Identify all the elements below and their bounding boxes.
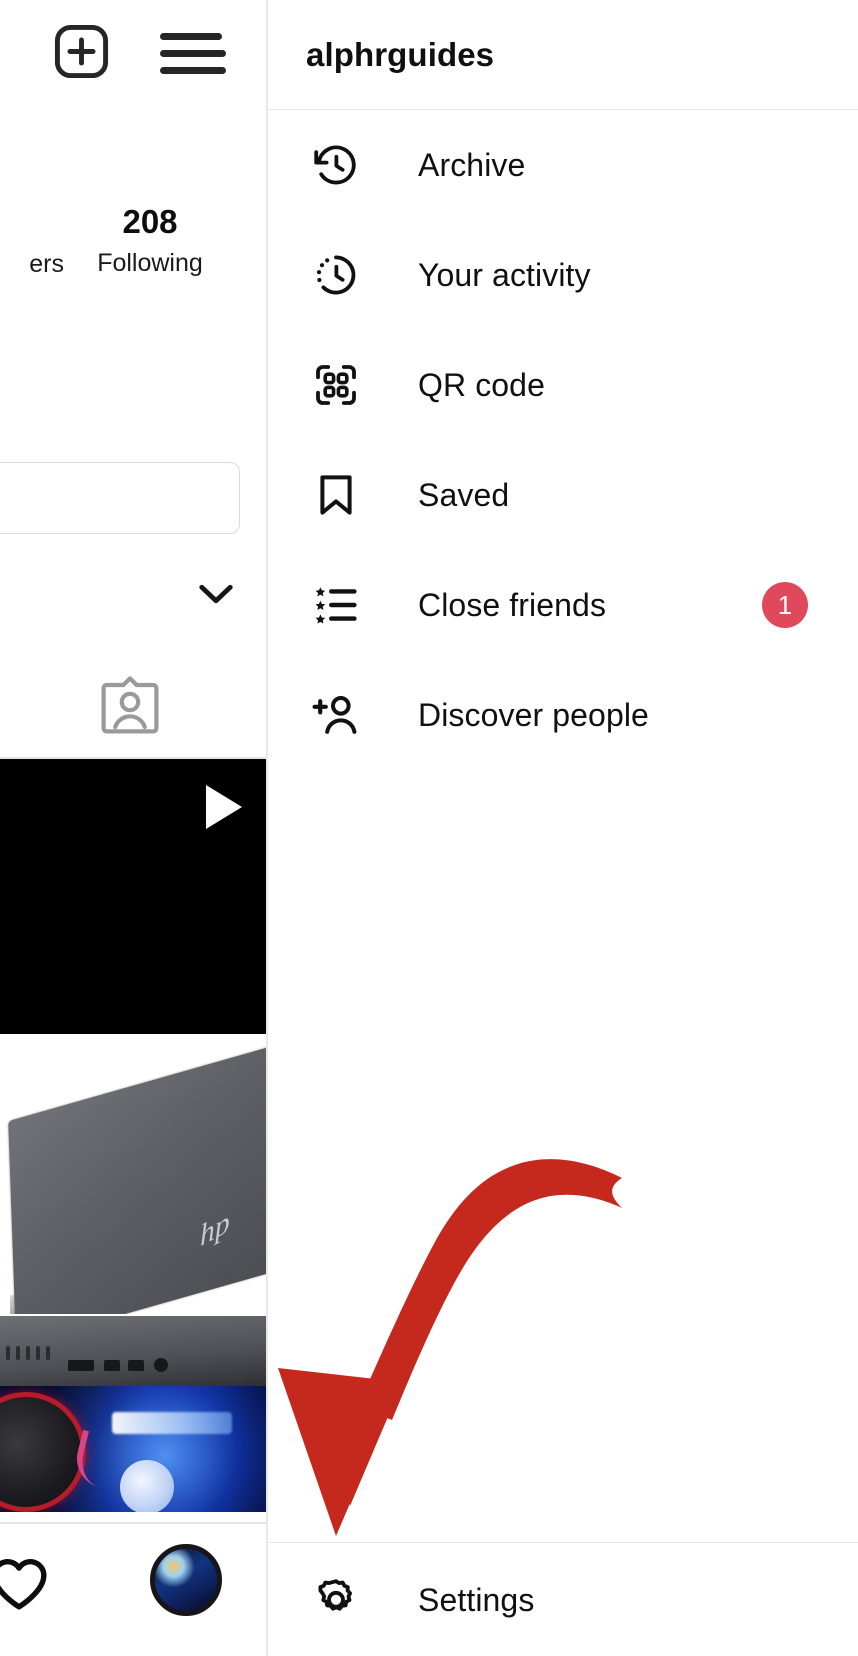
settings-label: Settings: [418, 1581, 535, 1618]
usbc-port: [128, 1360, 144, 1371]
usbc-port: [104, 1360, 120, 1371]
hdmi-port: [68, 1360, 94, 1371]
side-menu-drawer: alphrguides Archive Your activity QR cod…: [266, 0, 858, 1656]
pc-led-strip: [112, 1412, 232, 1434]
star-list-icon: [306, 575, 366, 635]
heart-icon: [0, 1559, 47, 1610]
edit-profile-button[interactable]: [0, 462, 240, 534]
following-label: Following: [97, 248, 203, 277]
menu-item-qr-code[interactable]: QR code: [268, 330, 858, 440]
drawer-footer: Settings: [268, 1542, 858, 1656]
menu-item-label: Saved: [418, 476, 510, 513]
activity-clock-icon: [306, 245, 366, 305]
menu-item-label: Discover people: [418, 696, 649, 733]
archive-clock-icon: [306, 135, 366, 195]
menu-item-archive[interactable]: Archive: [268, 110, 858, 220]
qr-code-icon: [306, 355, 366, 415]
vent: [46, 1346, 50, 1360]
followers-stat-label[interactable]: ers: [0, 250, 64, 279]
menu-item-label: Close friends: [418, 586, 607, 623]
menu-item-saved[interactable]: Saved: [268, 440, 858, 550]
laptop-ports-photo-thumbnail[interactable]: [0, 1316, 266, 1386]
play-icon: [206, 785, 242, 829]
hp-logo: hp: [199, 1204, 231, 1254]
profile-tab-avatar[interactable]: [150, 1544, 222, 1616]
hamburger-line-2: [160, 50, 226, 57]
menu-item-label: Your activity: [418, 256, 591, 293]
name-tag-button[interactable]: [100, 674, 160, 736]
plus-square-icon: [54, 24, 109, 79]
following-stat[interactable]: 208 Following: [86, 203, 214, 278]
bookmark-icon: [306, 465, 366, 525]
menu-item-settings[interactable]: Settings: [268, 1543, 858, 1656]
video-post-thumbnail[interactable]: [0, 759, 266, 1034]
menu-item-discover-people[interactable]: Discover people: [268, 660, 858, 770]
close-friends-badge: 1: [762, 582, 808, 628]
audio-jack: [154, 1358, 168, 1372]
following-count: 208: [122, 203, 178, 240]
drawer-menu-list: Archive Your activity QR code Saved Clos…: [268, 110, 858, 770]
menu-item-label: QR code: [418, 366, 545, 403]
create-post-button[interactable]: [52, 22, 111, 81]
profile-panel: 1 ers 208 Following: [0, 0, 266, 1656]
gaming-pc-photo-thumbnail[interactable]: [0, 1386, 266, 1512]
name-tag-icon: [101, 676, 159, 734]
chevron-down-icon: [199, 584, 233, 604]
menu-item-close-friends[interactable]: Close friends 1: [268, 550, 858, 660]
vent: [6, 1346, 10, 1360]
laptop-photo-thumbnail[interactable]: hp: [0, 1036, 266, 1314]
drawer-header: alphrguides: [268, 0, 858, 110]
laptop-lid: hp: [8, 1044, 266, 1314]
bottom-navigation-bar: [0, 1522, 266, 1656]
instagram-profile-screen: 1 ers 208 Following: [0, 0, 858, 1656]
laptop-side-body: [0, 1316, 266, 1386]
hamburger-menu-button[interactable]: 1: [160, 25, 230, 80]
gear-icon: [306, 1570, 366, 1630]
activity-tab-button[interactable]: [0, 1554, 50, 1612]
hamburger-line-3: [160, 67, 226, 74]
menu-item-label: Archive: [418, 146, 526, 183]
drawer-username: alphrguides: [306, 36, 495, 73]
vent: [26, 1346, 30, 1360]
vent: [16, 1346, 20, 1360]
vent: [36, 1346, 40, 1360]
add-person-icon: [306, 685, 366, 745]
expand-chevron-button[interactable]: [198, 582, 234, 606]
menu-item-your-activity[interactable]: Your activity: [268, 220, 858, 330]
hamburger-line-1: [160, 33, 222, 40]
